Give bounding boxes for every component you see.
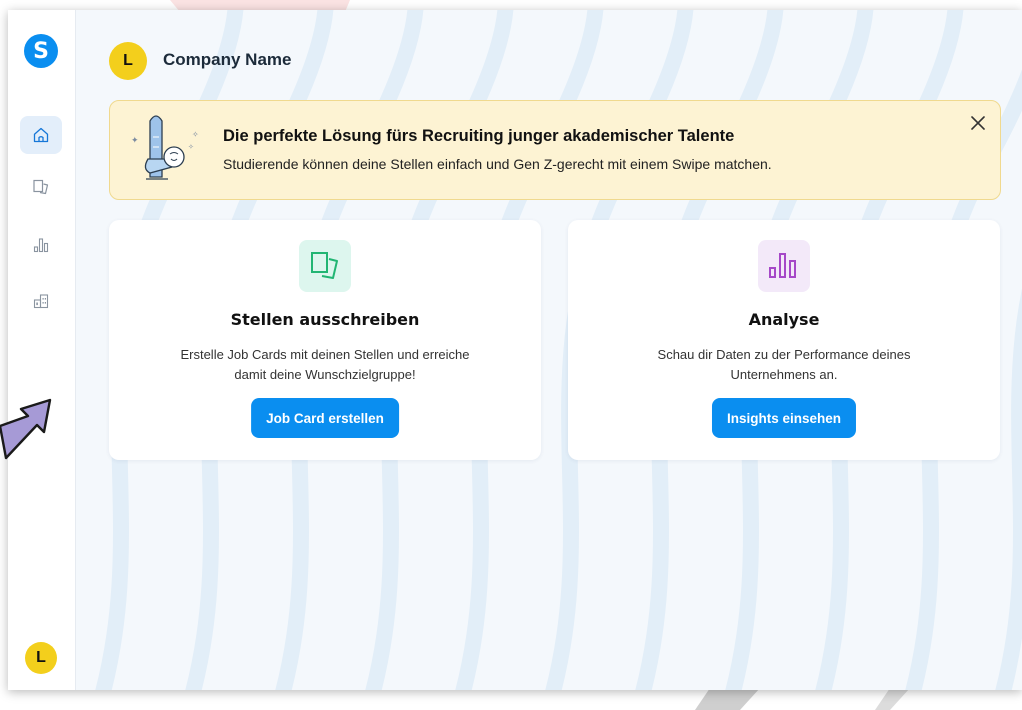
sidebar: S L [8, 10, 76, 690]
job-cards-icon [33, 179, 49, 195]
sidebar-item-job-cards[interactable] [20, 168, 62, 206]
sidebar-item-home[interactable] [20, 116, 62, 154]
home-icon [33, 127, 49, 143]
user-avatar[interactable]: L [25, 642, 57, 674]
company-icon [33, 294, 49, 309]
app-window: S L L Company Name ✦ ✧ ✧ Die perfekte Lö… [8, 10, 1022, 690]
card-description: Schau dir Daten zu der Performance deine… [657, 347, 911, 382]
card-title: Analyse [748, 310, 820, 329]
job-cards-icon [311, 252, 338, 279]
swipe-hand-illustration: ✦ ✧ ✧ [131, 115, 199, 180]
view-insights-button[interactable]: Insights einsehen [711, 398, 857, 438]
sidebar-item-analytics[interactable] [20, 226, 62, 264]
card-title: Stellen ausschreiben [230, 310, 420, 329]
card-description: Erstelle Job Cards mit deinen Stellen un… [180, 347, 470, 382]
app-logo[interactable]: S [24, 34, 58, 68]
bar-chart-icon [769, 253, 796, 278]
company-avatar[interactable]: L [109, 42, 147, 80]
background-stripe-bottom [695, 688, 910, 710]
create-job-card-button[interactable]: Job Card erstellen [251, 398, 399, 438]
sidebar-item-company[interactable] [20, 282, 62, 320]
card-analytics: Analyse Schau dir Daten zu der Performan… [568, 220, 1000, 460]
banner-title: Die perfekte Lösung fürs Recruiting jung… [223, 127, 735, 145]
svg-text:✦: ✦ [131, 136, 139, 146]
promo-banner: ✦ ✧ ✧ Die perfekte Lösung fürs Recruitin… [109, 100, 1001, 200]
close-icon[interactable] [968, 113, 988, 133]
analytics-icon [33, 238, 49, 253]
company-name: Company Name [163, 50, 292, 69]
main-content: L Company Name ✦ ✧ ✧ Die perfekte Lösung… [75, 10, 1022, 690]
svg-text:✧: ✧ [192, 130, 199, 139]
banner-subtitle: Studierende können deine Stellen einfach… [223, 156, 772, 172]
card-icon-box [299, 240, 351, 292]
svg-text:✧: ✧ [188, 143, 194, 151]
card-job-posting: Stellen ausschreiben Erstelle Job Cards … [109, 220, 541, 460]
card-icon-box [758, 240, 810, 292]
pointer-arrow-icon [0, 398, 52, 460]
